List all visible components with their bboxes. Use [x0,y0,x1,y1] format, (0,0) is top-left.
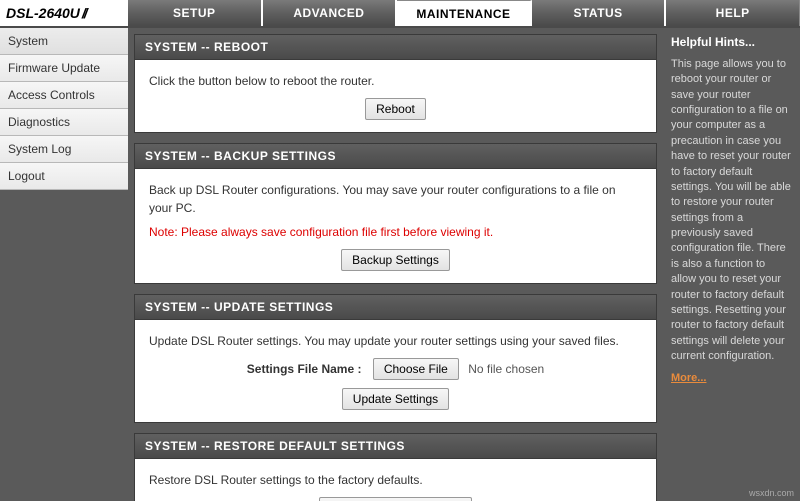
choose-file-button[interactable]: Choose File [373,358,459,380]
tab-setup[interactable]: SETUP [128,0,263,26]
tab-maintenance[interactable]: MAINTENANCE [397,0,532,26]
top-tabs: SETUP ADVANCED MAINTENANCE STATUS HELP [128,0,800,26]
hints-more-link[interactable]: More... [671,372,706,384]
reboot-button[interactable]: Reboot [365,98,426,120]
sidebar-item-firmware-update[interactable]: Firmware Update [0,55,128,82]
panel-update-text: Update DSL Router settings. You may upda… [149,332,642,350]
product-model: DSL-2640U [6,5,80,21]
sidebar-item-logout[interactable]: Logout [0,163,128,190]
settings-file-label: Settings File Name : [247,362,362,376]
panel-reboot: SYSTEM -- REBOOT Click the button below … [134,34,657,133]
panel-update: SYSTEM -- UPDATE SETTINGS Update DSL Rou… [134,294,657,423]
hints-title: Helpful Hints... [671,34,792,51]
backup-settings-button[interactable]: Backup Settings [341,249,450,271]
helpful-hints-panel: Helpful Hints... This page allows you to… [663,28,800,501]
hints-body: This page allows you to reboot your rout… [671,57,792,365]
sidebar-item-system[interactable]: System [0,28,128,55]
sidebar: System Firmware Update Access Controls D… [0,28,128,501]
logo-slashes: // [82,5,86,21]
tab-status[interactable]: STATUS [532,0,667,26]
panel-reboot-text: Click the button below to reboot the rou… [149,72,642,90]
product-logo: DSL-2640U// [0,0,128,26]
panel-backup-text: Back up DSL Router configurations. You m… [149,181,642,217]
panel-restore: SYSTEM -- RESTORE DEFAULT SETTINGS Resto… [134,433,657,501]
panel-backup-note: Note: Please always save configuration f… [149,223,642,241]
main-content: SYSTEM -- REBOOT Click the button below … [128,28,663,501]
watermark: wsxdn.com [749,488,794,498]
panel-restore-title: SYSTEM -- RESTORE DEFAULT SETTINGS [135,434,656,459]
file-status-text: No file chosen [468,362,544,376]
panel-update-title: SYSTEM -- UPDATE SETTINGS [135,295,656,320]
tab-help[interactable]: HELP [666,0,800,26]
sidebar-item-system-log[interactable]: System Log [0,136,128,163]
restore-default-button[interactable]: Restore Default Settings [319,497,471,501]
panel-backup: SYSTEM -- BACKUP SETTINGS Back up DSL Ro… [134,143,657,284]
tab-advanced[interactable]: ADVANCED [263,0,398,26]
panel-backup-title: SYSTEM -- BACKUP SETTINGS [135,144,656,169]
panel-restore-text: Restore DSL Router settings to the facto… [149,471,642,489]
panel-reboot-title: SYSTEM -- REBOOT [135,35,656,60]
sidebar-item-access-controls[interactable]: Access Controls [0,82,128,109]
sidebar-item-diagnostics[interactable]: Diagnostics [0,109,128,136]
update-settings-button[interactable]: Update Settings [342,388,449,410]
